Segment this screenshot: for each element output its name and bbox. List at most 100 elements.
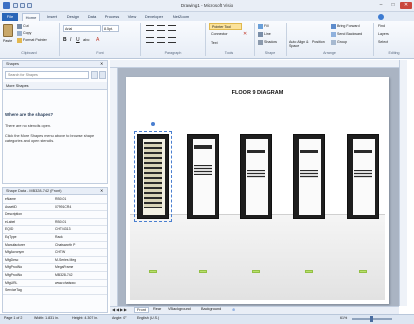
table-row[interactable]: MfgURL www.chatswo bbox=[3, 280, 107, 288]
line-icon[interactable] bbox=[258, 32, 263, 37]
table-row[interactable]: MfgAcronym CHTW bbox=[3, 249, 107, 257]
rack-label-tag[interactable] bbox=[149, 270, 157, 273]
format-painter-icon[interactable] bbox=[17, 38, 22, 43]
layers-button[interactable]: Layers bbox=[378, 32, 389, 36]
table-row[interactable]: EQID CHT/4313 bbox=[3, 226, 107, 234]
fill-icon[interactable] bbox=[258, 24, 263, 29]
font-size-select[interactable]: 8.5pt. bbox=[102, 25, 119, 32]
bring-forward-icon[interactable] bbox=[331, 24, 336, 29]
tab-design[interactable]: Design bbox=[63, 13, 83, 21]
status-page[interactable]: Page 1 of 2 bbox=[4, 316, 22, 320]
paste-icon[interactable] bbox=[3, 24, 13, 37]
rack-equipment[interactable] bbox=[354, 150, 372, 153]
table-row[interactable]: MfgProdNo MB328-742 bbox=[3, 272, 107, 280]
text-tool-button[interactable]: Text bbox=[211, 41, 218, 45]
rack-equipment[interactable] bbox=[354, 170, 372, 178]
table-row[interactable]: EqType Rack bbox=[3, 234, 107, 242]
property-value[interactable]: www.chatswo bbox=[55, 280, 103, 287]
rack-label-tag[interactable] bbox=[359, 270, 367, 273]
insert-page-icon[interactable]: ⊕ bbox=[232, 307, 235, 312]
find-button[interactable]: Find bbox=[378, 24, 385, 28]
rack-equipment[interactable] bbox=[194, 145, 212, 149]
property-value[interactable]: Chatsworth P bbox=[55, 242, 103, 249]
table-row[interactable]: AssetID 07991CR4 bbox=[3, 204, 107, 212]
help-icon[interactable] bbox=[378, 14, 384, 20]
tab-developer[interactable]: Developer bbox=[141, 13, 167, 21]
tab-home[interactable]: Home bbox=[22, 13, 40, 21]
property-value[interactable]: 07991CR4 bbox=[55, 204, 103, 211]
status-language[interactable]: English (U.S.) bbox=[137, 316, 159, 320]
page-tab-background[interactable]: Background bbox=[201, 307, 221, 311]
selection-box[interactable] bbox=[134, 131, 172, 222]
table-row[interactable]: MfgDesc M-Series Meg bbox=[3, 257, 107, 265]
paste-button[interactable]: Paste bbox=[3, 39, 12, 43]
rotation-handle-icon[interactable] bbox=[151, 122, 155, 126]
bring-forward-button[interactable]: Bring Forward bbox=[337, 24, 360, 28]
panel-pin-icon[interactable]: ✕ bbox=[100, 61, 103, 66]
vertical-ruler[interactable] bbox=[110, 68, 118, 311]
bold-icon[interactable]: B bbox=[63, 37, 67, 43]
tab-view[interactable]: View bbox=[125, 13, 139, 21]
vertical-scrollbar[interactable] bbox=[399, 60, 407, 306]
property-value[interactable]: Rack bbox=[55, 234, 103, 241]
copy-icon[interactable] bbox=[17, 31, 22, 36]
close-button[interactable]: ✕ bbox=[400, 2, 412, 9]
send-backward-icon[interactable] bbox=[331, 32, 336, 37]
align-right-icon[interactable] bbox=[168, 37, 176, 43]
line-button[interactable]: Line bbox=[264, 32, 271, 36]
font-family-select[interactable]: Arial bbox=[63, 25, 101, 32]
page-tab-vbackground[interactable]: VBackground bbox=[168, 307, 191, 311]
property-value[interactable]: RB0.01 bbox=[55, 196, 103, 203]
maximize-button[interactable]: □ bbox=[388, 2, 398, 9]
format-painter-button[interactable]: Format Painter bbox=[23, 38, 47, 42]
horizontal-ruler[interactable] bbox=[110, 60, 399, 68]
minimize-button[interactable]: – bbox=[376, 2, 386, 9]
strikethrough-icon[interactable]: abc bbox=[83, 37, 89, 42]
group-icon[interactable] bbox=[331, 40, 336, 45]
underline-icon[interactable]: U bbox=[76, 37, 80, 43]
font-color-icon[interactable]: A bbox=[96, 37, 99, 43]
align-bottom-icon[interactable] bbox=[168, 25, 176, 31]
more-shapes-menu[interactable]: More Shapes bbox=[3, 82, 107, 90]
rack-equipment[interactable] bbox=[247, 170, 265, 178]
group-button[interactable]: Group bbox=[337, 40, 347, 44]
italic-icon[interactable]: I bbox=[70, 37, 71, 43]
rack-equipment[interactable] bbox=[247, 150, 265, 153]
connector-button[interactable]: Connector bbox=[211, 32, 228, 36]
tab-data[interactable]: Data bbox=[85, 13, 99, 21]
tab-file[interactable]: File bbox=[2, 13, 18, 21]
shape-search-input[interactable] bbox=[5, 71, 89, 79]
diagram-title[interactable]: FLOOR 9 DIAGRAM bbox=[126, 90, 389, 96]
page-tab-rear[interactable]: Rear bbox=[153, 307, 161, 311]
table-row[interactable]: eLabel RB0.01 bbox=[3, 219, 107, 227]
zoom-slider-thumb[interactable] bbox=[370, 316, 373, 322]
tab-netzoom[interactable]: NetZoom bbox=[169, 13, 193, 21]
rack-label-tag[interactable] bbox=[199, 270, 207, 273]
rack-label-tag[interactable] bbox=[252, 270, 260, 273]
table-row[interactable]: ServiceTag bbox=[3, 287, 107, 295]
cut-icon[interactable] bbox=[17, 24, 22, 29]
align-middle-icon[interactable] bbox=[157, 25, 165, 31]
align-left-icon[interactable] bbox=[146, 37, 154, 43]
table-row[interactable]: Manufacturer Chatsworth P bbox=[3, 242, 107, 250]
table-row[interactable]: eName RB0.01 bbox=[3, 196, 107, 204]
position-button[interactable]: Position bbox=[312, 40, 325, 44]
shadow-icon[interactable] bbox=[258, 40, 263, 45]
property-value[interactable]: MB328-742 bbox=[55, 272, 103, 279]
cut-button[interactable]: Cut bbox=[23, 24, 29, 28]
page-tab-front[interactable]: Front bbox=[134, 307, 149, 313]
status-zoom[interactable]: 61% bbox=[340, 316, 347, 320]
shadow-button[interactable]: Shadow bbox=[264, 40, 277, 44]
property-value[interactable]: M-Series Meg bbox=[55, 257, 103, 264]
send-backward-button[interactable]: Send Backward bbox=[337, 32, 362, 36]
panel-close-icon[interactable]: ✕ bbox=[100, 188, 103, 193]
rack-equipment[interactable] bbox=[194, 165, 212, 175]
pointer-tool-button[interactable]: Pointer Tool bbox=[209, 23, 242, 30]
search-options-icon[interactable] bbox=[99, 71, 106, 79]
property-value[interactable]: RB0.01 bbox=[55, 219, 103, 226]
fill-button[interactable]: Fill bbox=[264, 24, 269, 28]
property-value[interactable]: CHTW bbox=[55, 249, 103, 256]
tab-process[interactable]: Process bbox=[101, 13, 123, 21]
select-button[interactable]: Select bbox=[378, 40, 388, 44]
align-top-icon[interactable] bbox=[146, 25, 154, 31]
